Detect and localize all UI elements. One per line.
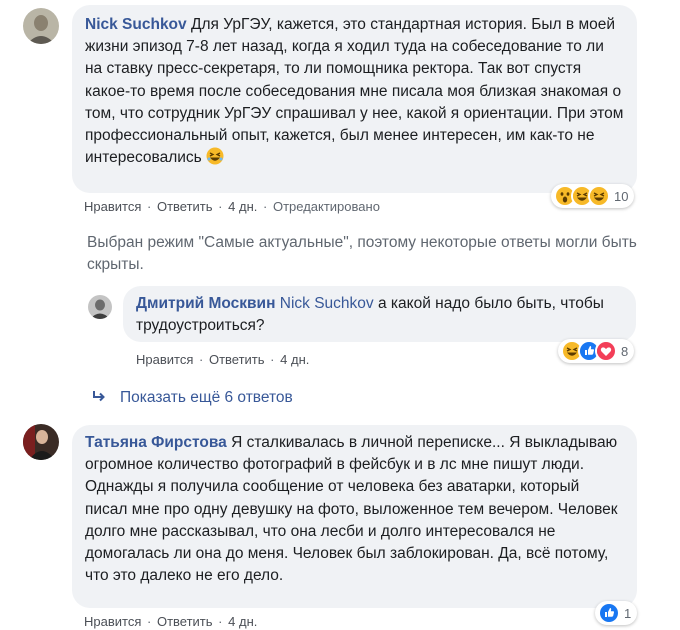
show-more-label: Показать ещё 6 ответов [120, 389, 293, 406]
separator: · [147, 199, 152, 214]
filter-notice: Выбран режим "Самые актуальные", поэтому… [87, 234, 637, 273]
love-icon [595, 340, 617, 362]
separator: · [199, 352, 204, 367]
avatar-nick-suchkov[interactable] [23, 8, 59, 44]
edited-label: Отредактировано [272, 199, 380, 214]
laughing-emoji-icon [206, 147, 224, 172]
reaction-count: 1 [624, 605, 632, 621]
reply-bubble: Дмитрий Москвин Nick Suchkov а какой над… [123, 286, 636, 342]
comment-author[interactable]: Татьяна Фирстова [85, 434, 227, 451]
timestamp-link[interactable]: 4 дн. [228, 614, 257, 629]
comment-text: Для УрГЭУ, кажется, это стандартная исто… [85, 16, 624, 167]
reply-author[interactable]: Дмитрий Москвин [136, 295, 275, 312]
avatar-tatyana-firstova[interactable] [23, 424, 59, 460]
timestamp-link[interactable]: 4 дн. [228, 199, 257, 214]
timestamp-link[interactable]: 4 дн. [280, 352, 309, 367]
show-more-replies[interactable]: Показать ещё 6 ответов [92, 389, 293, 407]
separator: · [218, 199, 223, 214]
avatar-dmitry-moskvin[interactable] [88, 295, 112, 319]
like-link[interactable]: Нравится [136, 352, 193, 367]
separator: · [262, 199, 268, 214]
reaction-summary[interactable]: 8 [558, 339, 635, 363]
reaction-count: 10 [614, 188, 629, 204]
reply-mention[interactable]: Nick Suchkov [280, 295, 374, 312]
laugh-icon [588, 185, 610, 207]
reaction-summary[interactable]: 10 [551, 184, 635, 208]
separator: · [270, 352, 275, 367]
comment-bubble: Татьяна Фирстова Я сталкивалась в личной… [72, 425, 637, 608]
comment-author[interactable]: Nick Suchkov [85, 16, 187, 33]
reply-link[interactable]: Ответить [157, 614, 213, 629]
like-link[interactable]: Нравится [84, 199, 141, 214]
reply-link[interactable]: Ответить [209, 352, 265, 367]
reply-link[interactable]: Ответить [157, 199, 213, 214]
comment-actions: Нравится · Ответить · 4 дн. · Отредактир… [84, 199, 380, 214]
comment-actions: Нравится · Ответить · 4 дн. [84, 614, 257, 629]
reaction-summary[interactable]: 1 [595, 601, 638, 625]
reaction-count: 8 [621, 343, 629, 359]
reply-arrow-icon [92, 389, 106, 407]
reply-actions: Нравится · Ответить · 4 дн. [136, 352, 309, 367]
like-link[interactable]: Нравится [84, 614, 141, 629]
comment-bubble: Nick Suchkov Для УрГЭУ, кажется, это ста… [72, 5, 637, 193]
comment-text: Я сталкивалась в личной переписке... Я в… [85, 434, 618, 585]
separator: · [218, 614, 223, 629]
separator: · [147, 614, 152, 629]
like-icon [598, 602, 620, 624]
